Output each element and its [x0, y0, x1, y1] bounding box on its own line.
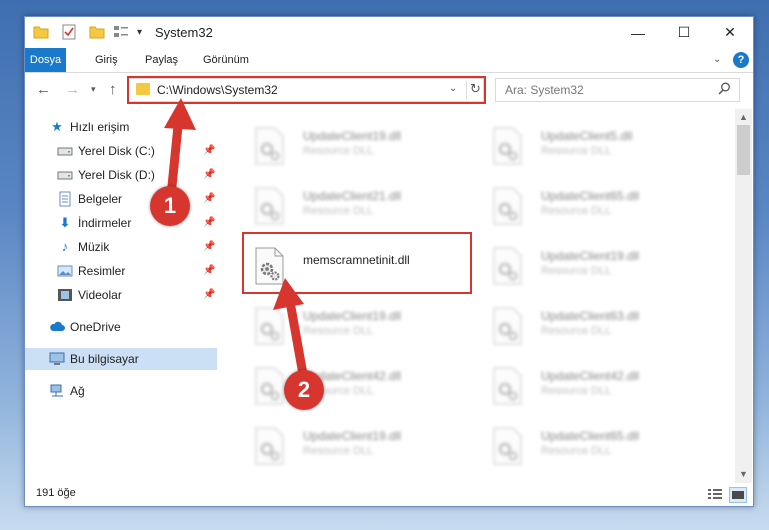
file-item[interactable]: UpdateClient5.dll Resource DLL [486, 119, 716, 173]
close-button[interactable]: ✕ [707, 17, 753, 48]
expand-ribbon-icon[interactable]: ⌄ [713, 54, 721, 65]
pictures-icon [57, 265, 73, 277]
sidebar-item-onedrive[interactable]: OneDrive [25, 316, 217, 338]
search-icon[interactable] [718, 82, 731, 95]
file-item[interactable]: UpdateClient19.dll Resource DLL [248, 299, 478, 353]
status-bar: 191 öğe [25, 483, 753, 505]
file-item[interactable]: UpdateClient21.dll Resource DLL [248, 179, 478, 233]
minimize-icon: — [631, 24, 645, 41]
recent-locations-icon[interactable]: ▾ [91, 84, 96, 95]
download-icon: ⬇ [59, 215, 71, 230]
pin-icon[interactable]: 📌 [203, 169, 215, 180]
video-icon [58, 289, 72, 301]
sidebar-item-local-disk-d[interactable]: Yerel Disk (D:) 📌 [25, 164, 217, 186]
file-item[interactable]: UpdateClient65.dll Resource DLL [486, 179, 716, 233]
dll-gear-icon [493, 127, 522, 165]
search-input[interactable]: Ara: System32 [505, 83, 584, 97]
folder-icon[interactable] [33, 24, 49, 40]
target-dll-file[interactable]: memscramnetinit.dll [248, 239, 478, 293]
item-count: 191 öğe [36, 487, 76, 499]
star-icon: ★ [51, 119, 63, 134]
title-bar: ▾ System32 — ☐ ✕ [25, 17, 753, 48]
address-path[interactable]: C:\Windows\System32 [157, 83, 278, 97]
address-dropdown-icon[interactable]: ⌄ [449, 83, 457, 94]
scroll-thumb[interactable] [737, 125, 750, 175]
sidebar-item-local-disk-c[interactable]: Yerel Disk (C:) 📌 [25, 140, 217, 162]
tab-view[interactable]: Görünüm [193, 48, 259, 72]
tiles-view-icon[interactable] [729, 487, 747, 503]
sidebar-item-quick-access[interactable]: ★ Hızlı erişim [25, 116, 217, 138]
pin-icon[interactable]: 📌 [203, 241, 215, 252]
file-item[interactable]: UpdateClient19.dll Resource DLL [248, 419, 478, 473]
pin-icon[interactable]: 📌 [203, 217, 215, 228]
computer-icon [49, 352, 65, 365]
properties-icon[interactable] [61, 24, 77, 40]
sidebar-item-videos[interactable]: Videolar 📌 [25, 284, 217, 306]
refresh-icon[interactable]: ↻ [466, 81, 484, 99]
file-item[interactable]: UpdateClient42.dll Resource DLL [486, 359, 716, 413]
up-arrow-icon[interactable]: ↑ [109, 81, 117, 98]
dll-gear-icon [255, 187, 284, 225]
dll-gear-icon [493, 367, 522, 405]
back-arrow-icon[interactable]: ← [36, 81, 51, 98]
scroll-up-icon[interactable]: ▲ [739, 112, 748, 122]
scroll-down-icon[interactable]: ▼ [739, 469, 748, 479]
dll-gear-icon [255, 307, 284, 345]
pin-icon[interactable]: 📌 [203, 289, 215, 300]
step-badge-1: 1 [150, 186, 190, 226]
sidebar-item-music[interactable]: ♪ Müzik 📌 [25, 236, 217, 258]
pin-icon[interactable]: 📌 [203, 193, 215, 204]
window-title: System32 [155, 25, 213, 40]
dll-gear-icon [493, 187, 522, 225]
file-item[interactable]: UpdateClient42.dll Resource DLL [248, 359, 478, 413]
file-list: UpdateClient19.dll Resource DLL UpdateCl… [218, 109, 734, 483]
navigation-bar: ← → ▾ ↑ C:\Windows\System32 ⌄ ↻ Ara: Sys… [25, 73, 753, 107]
folder-icon [136, 83, 150, 95]
sidebar-item-this-pc[interactable]: Bu bilgisayar [25, 348, 217, 370]
maximize-button[interactable]: ☐ [661, 17, 707, 48]
file-item[interactable]: UpdateClient63.dll Resource DLL [486, 299, 716, 353]
tab-file[interactable]: Dosya [25, 48, 66, 72]
file-item[interactable]: UpdateClient65.dll Resource DLL [486, 419, 716, 473]
dll-gear-icon [255, 247, 284, 285]
ribbon-tabs: Dosya Giriş Paylaş Görünüm ⌄ ? [25, 48, 753, 73]
forward-arrow-icon[interactable]: → [65, 81, 80, 98]
address-bar[interactable]: C:\Windows\System32 ⌄ ↻ [128, 78, 484, 102]
close-icon: ✕ [724, 24, 736, 40]
file-item[interactable]: UpdateClient19.dll Resource DLL [486, 239, 716, 293]
drive-icon [57, 171, 73, 180]
tab-share[interactable]: Paylaş [135, 48, 188, 72]
dll-gear-icon [493, 247, 522, 285]
help-icon[interactable]: ? [733, 52, 749, 68]
new-folder-icon[interactable] [89, 24, 105, 40]
navigation-pane: ★ Hızlı erişim Yerel Disk (C:) 📌 Yerel D… [25, 109, 217, 483]
customize-view-icon[interactable] [113, 24, 129, 40]
dll-gear-icon [493, 307, 522, 345]
minimize-button[interactable]: — [615, 17, 661, 48]
maximize-icon: ☐ [677, 24, 691, 40]
sidebar-item-downloads[interactable]: ⬇ İndirmeler 📌 [25, 212, 217, 234]
sidebar-item-network[interactable]: Ağ [25, 380, 217, 402]
explorer-window: ▾ System32 — ☐ ✕ Dosya Giriş Paylaş Görü… [24, 16, 754, 507]
pin-icon[interactable]: 📌 [203, 265, 215, 276]
quick-access-dropdown-icon[interactable]: ▾ [137, 27, 153, 43]
dll-gear-icon [255, 367, 284, 405]
drive-icon [57, 147, 73, 156]
step-badge-2: 2 [284, 370, 324, 410]
dll-gear-icon [493, 427, 522, 465]
dll-gear-icon [255, 127, 284, 165]
dll-gear-icon [255, 427, 284, 465]
music-icon: ♪ [61, 239, 69, 254]
vertical-scrollbar[interactable]: ▲ ▼ [735, 109, 752, 483]
file-item[interactable]: UpdateClient19.dll Resource DLL [248, 119, 478, 173]
search-box[interactable]: Ara: System32 [495, 78, 740, 102]
cloud-icon [50, 321, 65, 331]
sidebar-item-pictures[interactable]: Resimler 📌 [25, 260, 217, 282]
pin-icon[interactable]: 📌 [203, 145, 215, 156]
tab-home[interactable]: Giriş [85, 48, 128, 72]
details-view-icon[interactable] [707, 487, 723, 501]
documents-icon [59, 191, 71, 207]
network-icon [50, 384, 63, 397]
